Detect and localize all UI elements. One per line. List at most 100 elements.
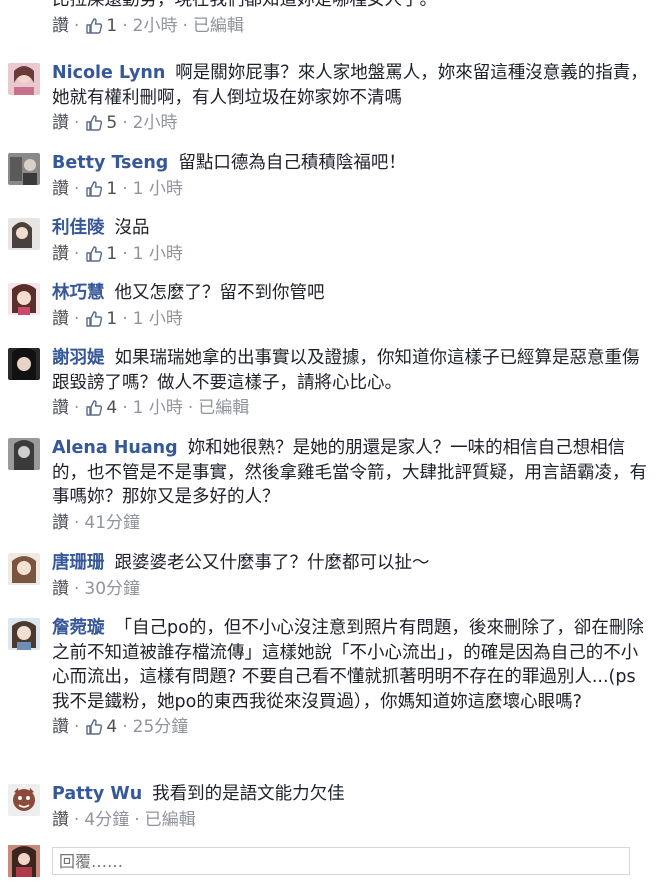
timestamp[interactable]: 1 小時 <box>133 242 183 266</box>
like-count[interactable]: 1 <box>84 307 117 331</box>
comment-meta: 讚 · 30分鐘 <box>52 577 650 601</box>
like-link[interactable]: 讚 <box>52 177 69 201</box>
like-link[interactable]: 讚 <box>52 715 69 739</box>
separator: · <box>74 809 80 830</box>
like-count[interactable]: 1 <box>84 14 117 38</box>
separator: · <box>74 243 80 264</box>
like-link[interactable]: 讚 <box>52 396 69 420</box>
comment-meta: 讚 · 5 · 2小時 <box>52 111 650 135</box>
comment-text: 唐珊珊 跟婆婆老公又什麼事了？什麼都可以扯～ <box>52 551 650 576</box>
like-count[interactable]: 4 <box>84 396 117 420</box>
like-count[interactable]: 1 <box>84 242 117 266</box>
timestamp[interactable]: 1 小時 <box>133 177 183 201</box>
like-link[interactable]: 讚 <box>52 511 69 535</box>
edited-label[interactable]: 已編輯 <box>145 808 196 832</box>
separator: · <box>74 178 80 199</box>
thumbs-up-icon <box>86 400 103 416</box>
timestamp[interactable]: 2小時 <box>133 14 178 38</box>
separator: · <box>74 15 80 36</box>
like-link[interactable]: 讚 <box>52 111 69 135</box>
separator: · <box>74 578 80 599</box>
reply-input[interactable] <box>52 847 630 875</box>
comment-text: Nicole Lynn 啊是關妳屁事？來人家地盤罵人，妳來留這種沒意義的指責，她就… <box>52 61 650 110</box>
avatar[interactable] <box>8 63 40 95</box>
comment-message: 「自己po的，但不小心沒注意到照片有問題，後來刪除了，卻在刪除之前不知道被誰存檔… <box>52 618 644 712</box>
separator: · <box>74 113 80 133</box>
comment-meta: 讚 · 4 · 1 小時 · 已編輯 <box>52 396 650 420</box>
avatar[interactable] <box>8 553 40 585</box>
commenter-name[interactable]: Patty Wu <box>52 784 142 804</box>
comment-meta: 讚 · 1 · 2小時 · 已編輯 <box>52 14 650 38</box>
commenter-name[interactable]: 唐珊珊 <box>52 553 105 573</box>
like-count[interactable]: 1 <box>84 177 117 201</box>
commenter-name[interactable]: Alena Huang <box>52 438 178 458</box>
reply-composer <box>8 843 630 877</box>
commenter-name[interactable]: Nicole Lynn <box>52 63 165 83</box>
separator: · <box>122 178 128 199</box>
thumbs-up-icon <box>86 719 103 735</box>
comment-message: 沒品 <box>114 218 150 238</box>
separator: · <box>122 308 128 329</box>
timestamp[interactable]: 1 小時 <box>133 307 183 331</box>
comment-body: Nicole Lynn 啊是關妳屁事？來人家地盤罵人，妳來留這種沒意義的指責，她就… <box>52 61 650 135</box>
timestamp[interactable]: 25分鐘 <box>133 715 189 739</box>
avatar[interactable] <box>8 153 40 185</box>
comment-body: Betty Tseng 留點口德為自己積積陰福吧！ 讚 · 1 · 1 小時 <box>52 151 650 201</box>
commenter-name[interactable]: 謝羽媞 <box>52 348 105 368</box>
comment-text: 利佳陵 沒品 <box>52 216 650 241</box>
separator: · <box>182 15 188 36</box>
edited-label[interactable]: 已編輯 <box>193 14 244 38</box>
comment-meta: 讚 · 1 · 1 小時 <box>52 242 650 266</box>
comment-text: 詹菀璇 「自己po的，但不小心沒注意到照片有問題，後來刪除了，卻在刪除之前不知道被… <box>52 616 650 714</box>
like-count-value: 4 <box>106 398 118 418</box>
comment-body: 比拉屎還勤勞，現在我們都知道妳是哪種女人了。 讚 · 1 · 2小時 · 已編輯 <box>52 0 650 38</box>
timestamp[interactable]: 41分鐘 <box>84 511 140 535</box>
like-link[interactable]: 讚 <box>52 577 69 601</box>
like-count[interactable]: 4 <box>84 715 117 739</box>
comment-message: 他又怎麼了？留不到你管吧 <box>114 283 325 303</box>
like-count[interactable]: 5 <box>84 111 117 135</box>
like-count-value: 1 <box>106 15 118 36</box>
thumbs-up-icon <box>86 245 103 262</box>
thumbs-up-icon <box>86 310 103 327</box>
separator: · <box>74 398 80 418</box>
commenter-name[interactable]: 利佳陵 <box>52 218 105 238</box>
separator: · <box>122 243 128 264</box>
avatar[interactable] <box>8 348 40 380</box>
separator: · <box>122 15 128 36</box>
like-count-value: 1 <box>106 178 118 199</box>
comment-message: 跟婆婆老公又什麼事了？什麼都可以扯～ <box>114 553 430 573</box>
avatar[interactable] <box>8 784 40 816</box>
timestamp[interactable]: 30分鐘 <box>84 577 140 601</box>
comment-body: 謝羽媞 如果瑞瑞她拿的出事實以及證據，你知道你這樣子已經算是惡意重傷跟毀謗了嗎？做… <box>52 346 650 420</box>
commenter-name[interactable]: 詹菀璇 <box>52 618 105 638</box>
like-link[interactable]: 讚 <box>52 14 69 38</box>
comment-meta: 讚 · 1 · 1 小時 <box>52 177 650 201</box>
comment-message: 如果瑞瑞她拿的出事實以及證據，你知道你這樣子已經算是惡意重傷跟毀謗了嗎？做人不要… <box>52 348 640 393</box>
avatar[interactable] <box>8 845 40 877</box>
comment-text: Patty Wu 我看到的是語文能力欠佳 <box>52 782 650 807</box>
avatar[interactable] <box>8 438 40 470</box>
timestamp[interactable]: 4分鐘 <box>84 808 129 832</box>
commenter-name[interactable]: Betty Tseng <box>52 153 168 173</box>
like-link[interactable]: 讚 <box>52 242 69 266</box>
like-link[interactable]: 讚 <box>52 307 69 331</box>
commenter-name[interactable]: 林巧慧 <box>52 283 105 303</box>
comment-meta: 讚 · 4分鐘 · 已編輯 <box>52 808 650 832</box>
separator: · <box>74 308 80 329</box>
comment-body: 林巧慧 他又怎麼了？留不到你管吧 讚 · 1 · 1 小時 <box>52 281 650 331</box>
avatar[interactable] <box>8 283 40 315</box>
avatar[interactable] <box>8 618 40 650</box>
comment-text: 比拉屎還勤勞，現在我們都知道妳是哪種女人了。 <box>52 0 650 13</box>
avatar[interactable] <box>8 218 40 250</box>
separator: · <box>122 398 128 418</box>
separator: · <box>134 809 140 830</box>
comment-meta: 讚 · 41分鐘 <box>52 511 650 535</box>
thumbs-up-icon <box>86 17 103 34</box>
edited-label[interactable]: 已編輯 <box>198 396 249 420</box>
comment-message: 比拉屎還勤勞，現在我們都知道妳是哪種女人了。 <box>52 0 437 10</box>
scrollbar[interactable] <box>662 0 666 887</box>
timestamp[interactable]: 1 小時 <box>133 396 183 420</box>
like-link[interactable]: 讚 <box>52 808 69 832</box>
timestamp[interactable]: 2小時 <box>133 111 178 135</box>
